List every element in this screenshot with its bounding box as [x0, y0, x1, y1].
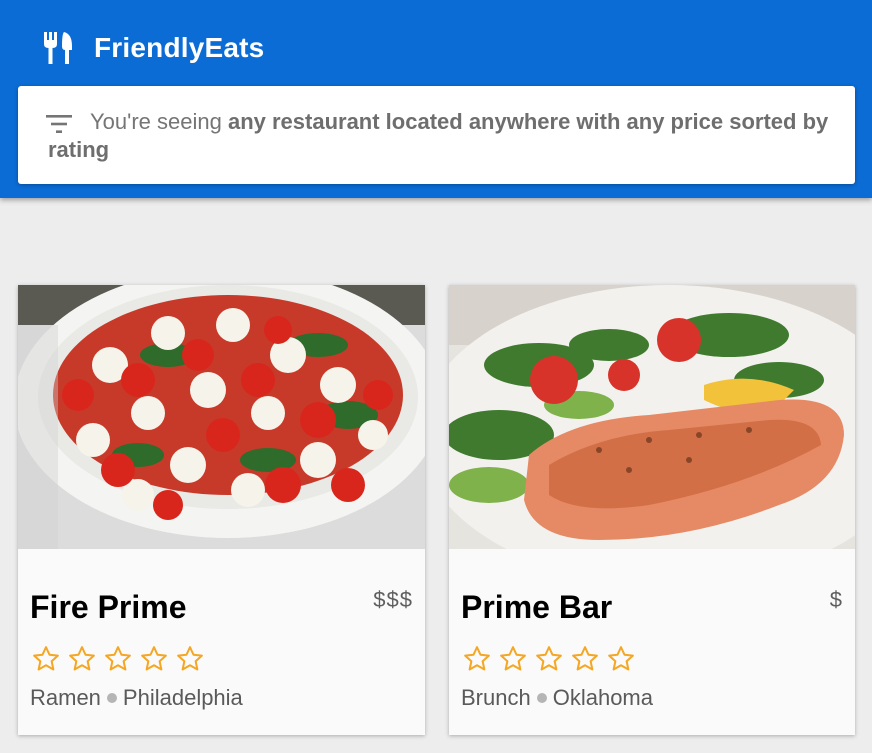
separator-dot	[536, 693, 547, 703]
app-bar: FriendlyEats You're seeing any restauran…	[0, 0, 872, 198]
restaurant-icon	[42, 30, 74, 66]
restaurant-price: $	[829, 587, 843, 612]
star-outline-icon	[177, 646, 203, 671]
filter-prefix: You're seeing	[90, 109, 228, 134]
restaurant-card[interactable]: Prime Bar $ Brunch Oklahoma	[449, 285, 855, 735]
restaurant-price: $$$	[373, 587, 413, 612]
filter-bar[interactable]: You're seeing any restaurant located any…	[18, 86, 855, 184]
star-outline-icon	[33, 646, 59, 671]
restaurant-category: Brunch	[461, 685, 531, 710]
restaurant-name: Fire Prime	[30, 589, 187, 625]
rating-stars	[462, 644, 642, 674]
brand[interactable]: FriendlyEats	[42, 28, 264, 68]
star-outline-icon	[69, 646, 95, 671]
restaurant-city: Oklahoma	[552, 685, 653, 710]
restaurant-city: Philadelphia	[122, 685, 243, 710]
star-outline-icon	[464, 646, 490, 671]
restaurant-meta: Brunch Oklahoma	[461, 685, 653, 711]
restaurant-meta: Ramen Philadelphia	[30, 685, 243, 711]
caprese-salad-photo	[18, 285, 425, 549]
separator-dot	[106, 693, 117, 703]
star-outline-icon	[536, 646, 562, 671]
restaurant-name: Prime Bar	[461, 589, 613, 625]
star-outline-icon	[608, 646, 634, 671]
star-outline-icon	[105, 646, 131, 671]
star-outline-icon	[572, 646, 598, 671]
star-outline-icon	[141, 646, 167, 671]
restaurant-category: Ramen	[30, 685, 101, 710]
restaurant-card[interactable]: Fire Prime $$$ Ramen Philadelphia	[18, 285, 425, 735]
filter-description: You're seeing any restaurant located any…	[48, 108, 848, 164]
star-outline-icon	[500, 646, 526, 671]
app-title: FriendlyEats	[94, 32, 265, 63]
grilled-salmon-photo	[449, 285, 855, 549]
rating-stars	[31, 644, 211, 674]
